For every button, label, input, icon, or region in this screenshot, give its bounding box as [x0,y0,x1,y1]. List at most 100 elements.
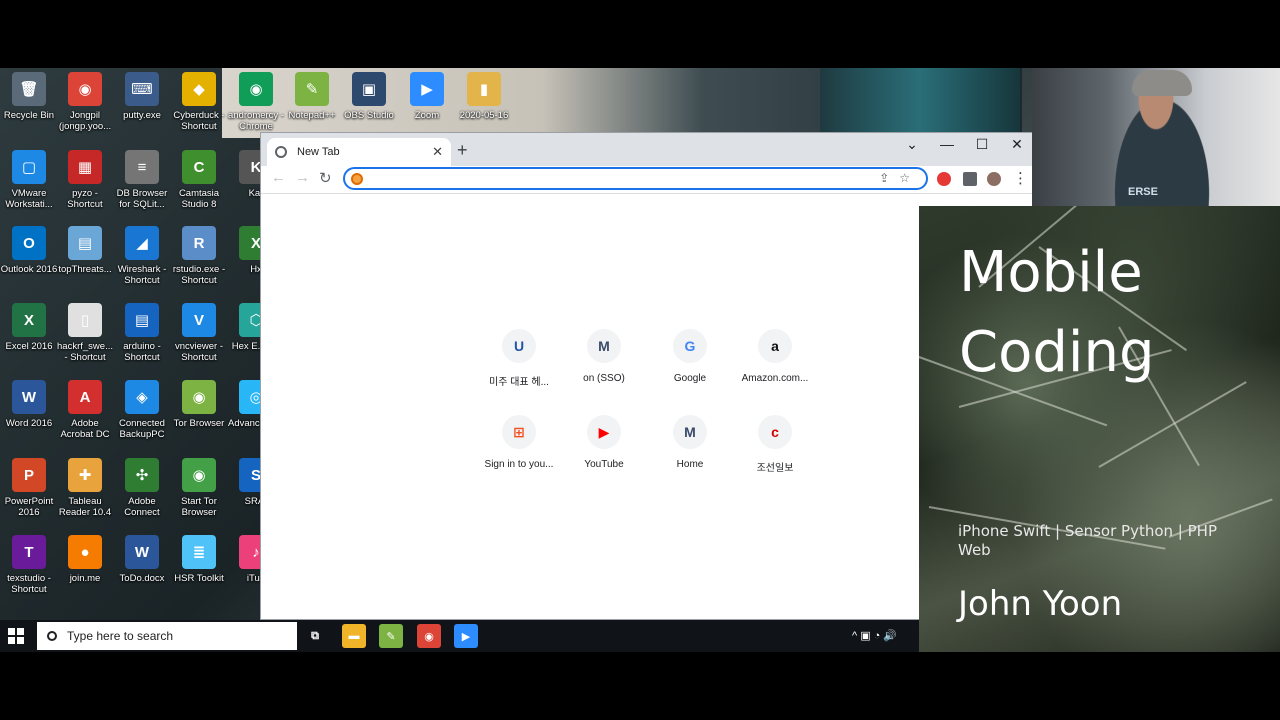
desktop-icon[interactable]: ◉ Jongpil (jongp.yoo... [56,72,114,132]
back-button[interactable]: ← [271,169,286,186]
site-info-icon[interactable] [351,172,363,185]
desktop-icon[interactable]: P PowerPoint 2016 [0,458,58,518]
adblock-extension-icon[interactable] [937,172,951,186]
app-icon: ≡ [125,150,159,184]
desktop-icon-label: andromercy - Chrome [228,110,284,132]
desktop-icon-label: Adobe Acrobat DC [60,418,110,440]
desktop-icon-label: hackrf_swe... - Shortcut [57,341,113,363]
desktop-icon[interactable]: X Excel 2016 [0,303,58,352]
title-line-1: Mobile [959,240,1143,305]
tab-close-icon[interactable]: ✕ [432,144,443,160]
desktop-icon-label: Excel 2016 [5,341,53,352]
desktop-icon-label: 2020-05-16 [459,110,509,121]
desktop-icon[interactable]: ▢ VMware Workstati... [0,150,58,210]
desktop-icon-label: Connected BackupPC [119,418,165,440]
desktop-icon[interactable]: ◉ Start Tor Browser [170,458,228,518]
shortcut-tile[interactable]: U 미주 대표 헤... [476,329,562,388]
shortcut-tile[interactable]: G Google [647,329,733,384]
shortcut-label: Google [673,373,707,384]
shortcut-tile[interactable]: ⊞ Sign in to you... [476,415,562,470]
desktop-icon[interactable]: ▮ 2020-05-16 [455,72,513,121]
desktop-icon-label: PowerPoint 2016 [4,496,54,518]
desktop-icon[interactable]: ▯ hackrf_swe... - Shortcut [56,303,114,363]
address-bar[interactable]: ⇪☆ [343,167,928,190]
profile-avatar-icon[interactable] [987,172,1001,186]
desktop-icon-label: HSR Toolkit [174,573,224,584]
desktop-icon[interactable]: ◆ Cyberduck - Shortcut [170,72,228,132]
file-explorer-icon[interactable]: ▬ [342,624,366,648]
desktop-icon[interactable]: ● join.me [56,535,114,584]
desktop-icon[interactable]: ▣ OBS Studio [340,72,398,121]
new-tab-button[interactable]: + [457,140,468,161]
reload-button[interactable]: ↻ [319,169,332,187]
task-view-icon[interactable]: ⧉ [303,624,327,648]
shortcut-tile[interactable]: c 조선일보 [732,415,818,474]
desktop-icon-label: rstudio.exe - Shortcut [172,264,226,286]
app-icon: ◆ [182,72,216,106]
shortcut-favicon-icon: M [673,415,707,449]
branch-decoration [1098,381,1247,468]
desktop-icon-label: pyzo - Shortcut [67,188,103,210]
desktop-icon[interactable]: ≣ HSR Toolkit [170,535,228,584]
address-input[interactable] [369,171,926,186]
chrome-window: New Tab ✕ + ⌄ — ☐ ✕ ← → ↻ ⇪☆ ⋮ U 미주 대표 헤.… [260,132,1033,620]
desktop-icon-label: Notepad++ [288,110,336,121]
app-icon: P [12,458,46,492]
desktop-icon[interactable]: ▶ Zoom [398,72,456,121]
desktop-icon[interactable]: ◈ Connected BackupPC [113,380,171,440]
chrome-menu-icon[interactable]: ⋮ [1013,169,1028,187]
desktop-icon-label: Jongpil (jongp.yoo... [58,110,112,132]
app-icon: W [12,380,46,414]
taskbar-search[interactable]: Type here to search [37,622,297,650]
app-icon: ● [68,535,102,569]
app-icon: ◉ [182,458,216,492]
desktop-icon[interactable]: Vvncviewer - Shortcut [170,303,228,363]
desktop-icon[interactable]: ✚ Tableau Reader 10.4 [56,458,114,518]
desktop-icon[interactable]: ▤ arduino - Shortcut [113,303,171,363]
shortcut-tile[interactable]: ▶ YouTube [561,415,647,470]
chrome-icon[interactable]: ◉ [417,624,441,648]
extensions-puzzle-icon[interactable] [963,172,977,186]
shortcut-tile[interactable]: M Home [647,415,733,470]
tab-new-tab[interactable]: New Tab ✕ [267,138,451,166]
close-window-button[interactable]: ✕ [1002,136,1032,153]
title-card: Mobile Coding iPhone Swift | Sensor Pyth… [919,206,1280,652]
shortcut-tile[interactable]: Mon (SSO) [561,329,647,384]
desktop-icon[interactable]: ◢ Wireshark - Shortcut [113,226,171,286]
desktop-icon[interactable]: Ttexstudio - Shortcut [0,535,58,595]
desktop-icon[interactable]: W Word 2016 [0,380,58,429]
app-icon: O [12,226,46,260]
desktop-icon-label: vncviewer - Shortcut [174,341,224,363]
app-icon: X [12,303,46,337]
shortcut-tile[interactable]: a Amazon.com... [732,329,818,384]
desktop-icon[interactable]: ✎ Notepad++ [283,72,341,121]
globe-icon [275,146,287,158]
desktop-icon[interactable]: 🗑 Recycle Bin [0,72,58,121]
desktop-icon[interactable]: ◉ Tor Browser [170,380,228,429]
desktop-icon[interactable]: ▦ pyzo - Shortcut [56,150,114,210]
desktop-icon[interactable]: ▤ topThreats... [56,226,114,275]
desktop-icon[interactable]: O Outlook 2016 [0,226,58,275]
desktop-icon[interactable]: ⌨ putty.exe [113,72,171,121]
notepad-plus-plus-icon[interactable]: ✎ [379,624,403,648]
minimize-button[interactable]: — [932,136,962,152]
desktop-icon[interactable]: ◉ andromercy - Chrome [227,72,285,132]
shortcut-label: Amazon.com... [741,373,809,384]
tab-search-dropdown-icon[interactable]: ⌄ [897,136,927,153]
desktop-icon[interactable]: W ToDo.docx [113,535,171,584]
desktop-icon[interactable]: A Adobe Acrobat DC [56,380,114,440]
share-bookmark-icons[interactable]: ⇪☆ [879,171,920,185]
maximize-button[interactable]: ☐ [967,136,997,153]
zoom-icon[interactable]: ▶ [454,624,478,648]
windows-start-icon[interactable] [8,628,24,644]
desktop-icon[interactable]: ≡ DB Browser for SQLit... [113,150,171,210]
tab-strip: New Tab ✕ + ⌄ — ☐ ✕ [261,133,1032,166]
shortcut-favicon-icon: M [587,329,621,363]
desktop-icon[interactable]: C Camtasia Studio 8 [170,150,228,210]
desktop-icon[interactable]: ✣ Adobe Connect [113,458,171,518]
app-icon: ✚ [68,458,102,492]
title-line-2: Coding [959,320,1155,385]
system-tray-icons[interactable]: ^ ▣ ◔ 🔊 [852,629,897,642]
forward-button[interactable]: → [295,169,310,186]
desktop-icon[interactable]: Rrstudio.exe - Shortcut [170,226,228,286]
